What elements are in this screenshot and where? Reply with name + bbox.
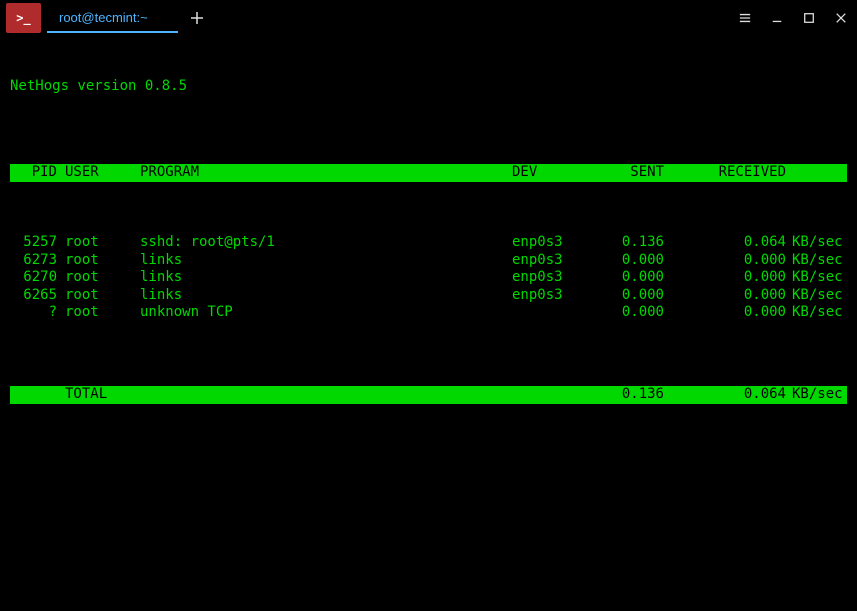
cell-sent: 0.000 bbox=[602, 269, 682, 287]
cell-dev: enp0s3 bbox=[512, 269, 602, 287]
cell-sent: 0.000 bbox=[602, 304, 682, 322]
cell-unit: KB/sec bbox=[792, 252, 847, 270]
header-user: USER bbox=[65, 164, 140, 182]
total-sent: 0.136 bbox=[602, 386, 682, 404]
cell-received: 0.000 bbox=[682, 269, 792, 287]
table-row: 5257rootsshd: root@pts/1enp0s30.1360.064… bbox=[10, 234, 847, 252]
header-dev: DEV bbox=[512, 164, 602, 182]
cell-pid: 5257 bbox=[10, 234, 65, 252]
cell-pid: 6273 bbox=[10, 252, 65, 270]
window-controls bbox=[737, 0, 849, 35]
cell-program: sshd: root@pts/1 bbox=[140, 234, 512, 252]
header-program: PROGRAM bbox=[140, 164, 512, 182]
close-button[interactable] bbox=[833, 10, 849, 26]
cell-program: links bbox=[140, 252, 512, 270]
cell-sent: 0.000 bbox=[602, 287, 682, 305]
terminal-app-icon: >_ bbox=[6, 3, 41, 33]
hamburger-icon bbox=[739, 12, 751, 24]
cell-received: 0.000 bbox=[682, 287, 792, 305]
cell-pid: 6265 bbox=[10, 287, 65, 305]
cell-dev: enp0s3 bbox=[512, 252, 602, 270]
close-icon bbox=[835, 12, 847, 24]
total-pid bbox=[10, 386, 65, 404]
version-line: NetHogs version 0.8.5 bbox=[10, 78, 847, 96]
cell-user: root bbox=[65, 252, 140, 270]
table-row: 6270rootlinksenp0s30.0000.000KB/sec bbox=[10, 269, 847, 287]
minimize-button[interactable] bbox=[769, 10, 785, 26]
plus-icon bbox=[190, 11, 204, 25]
minimize-icon bbox=[771, 12, 783, 24]
cell-unit: KB/sec bbox=[792, 287, 847, 305]
cell-received: 0.000 bbox=[682, 304, 792, 322]
cell-program: links bbox=[140, 269, 512, 287]
total-label: TOTAL bbox=[65, 386, 140, 404]
header-pid: PID bbox=[10, 164, 65, 182]
cell-user: root bbox=[65, 234, 140, 252]
cell-unit: KB/sec bbox=[792, 234, 847, 252]
total-row: TOTAL 0.136 0.064 KB/sec bbox=[10, 386, 847, 404]
table-body: 5257rootsshd: root@pts/1enp0s30.1360.064… bbox=[10, 234, 847, 322]
tab-active[interactable]: root@tecmint:~ bbox=[47, 2, 178, 33]
cell-pid: 6270 bbox=[10, 269, 65, 287]
cell-program: links bbox=[140, 287, 512, 305]
maximize-button[interactable] bbox=[801, 10, 817, 26]
terminal-prompt-icon: >_ bbox=[16, 11, 30, 25]
cell-dev: enp0s3 bbox=[512, 287, 602, 305]
maximize-icon bbox=[803, 12, 815, 24]
total-program bbox=[140, 386, 512, 404]
total-dev bbox=[512, 386, 602, 404]
table-header: PID USER PROGRAM DEV SENT RECEIVED bbox=[10, 164, 847, 182]
cell-sent: 0.136 bbox=[602, 234, 682, 252]
header-sent: SENT bbox=[602, 164, 682, 182]
cell-program: unknown TCP bbox=[140, 304, 512, 322]
cell-unit: KB/sec bbox=[792, 269, 847, 287]
table-row: ?rootunknown TCP0.0000.000KB/sec bbox=[10, 304, 847, 322]
cell-sent: 0.000 bbox=[602, 252, 682, 270]
total-unit: KB/sec bbox=[792, 386, 847, 404]
cell-received: 0.064 bbox=[682, 234, 792, 252]
header-received: RECEIVED bbox=[682, 164, 792, 182]
total-received: 0.064 bbox=[682, 386, 792, 404]
terminal-output[interactable]: NetHogs version 0.8.5 PID USER PROGRAM D… bbox=[0, 35, 857, 429]
table-row: 6265rootlinksenp0s30.0000.000KB/sec bbox=[10, 287, 847, 305]
cell-dev: enp0s3 bbox=[512, 234, 602, 252]
cell-user: root bbox=[65, 304, 140, 322]
cell-received: 0.000 bbox=[682, 252, 792, 270]
cell-dev bbox=[512, 304, 602, 322]
titlebar: >_ root@tecmint:~ bbox=[0, 0, 857, 35]
menu-button[interactable] bbox=[737, 10, 753, 26]
cell-user: root bbox=[65, 269, 140, 287]
cell-unit: KB/sec bbox=[792, 304, 847, 322]
new-tab-button[interactable] bbox=[178, 0, 216, 35]
cell-pid: ? bbox=[10, 304, 65, 322]
header-unit bbox=[792, 164, 847, 182]
table-row: 6273rootlinksenp0s30.0000.000KB/sec bbox=[10, 252, 847, 270]
cell-user: root bbox=[65, 287, 140, 305]
